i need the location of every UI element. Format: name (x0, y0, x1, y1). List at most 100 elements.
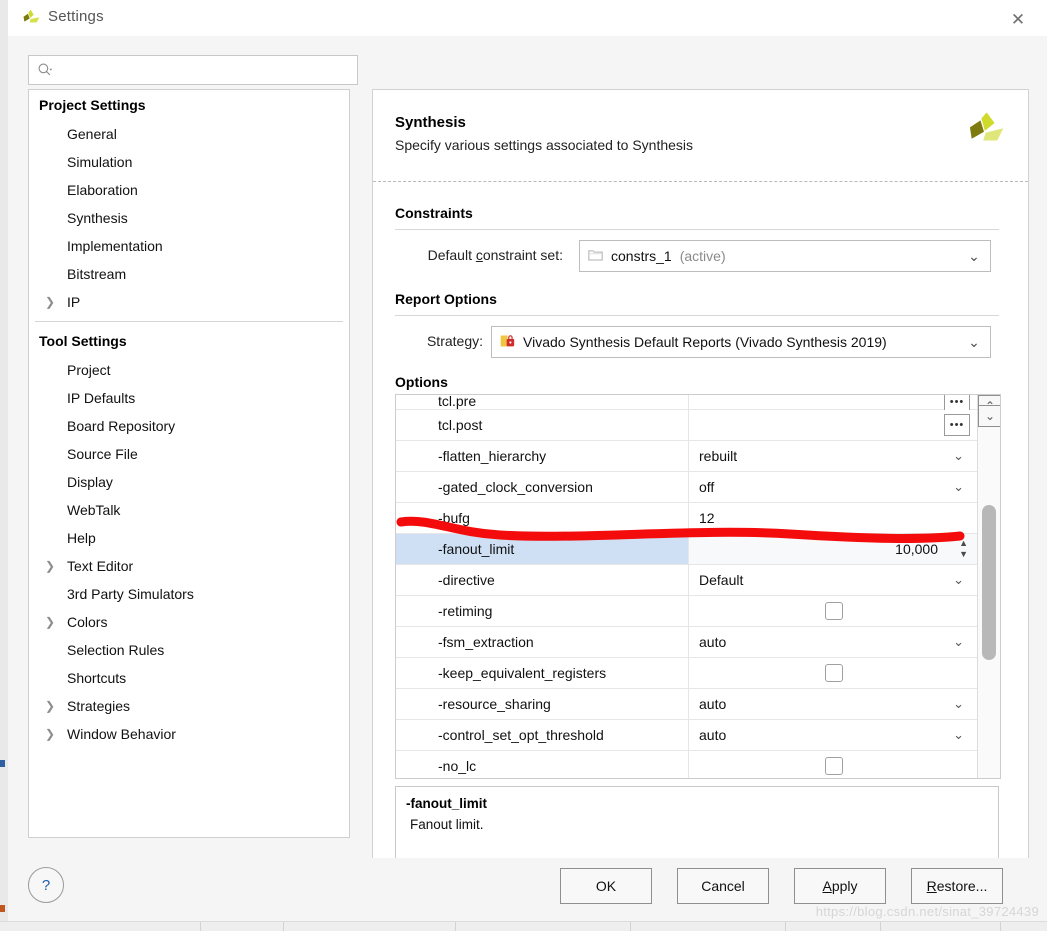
option-name: -flatten_hierarchy (438, 448, 547, 464)
option-value[interactable] (688, 751, 978, 778)
spinner-stepper[interactable]: ▲ ▼ (959, 539, 968, 559)
sidebar-item-colors[interactable]: ❯ Colors (29, 608, 349, 636)
sidebar-item-text-editor[interactable]: ❯ Text Editor (29, 552, 349, 580)
option-name: -resource_sharing (438, 696, 551, 712)
spinner-up-icon[interactable]: ▲ (959, 539, 968, 548)
scrollbar-thumb[interactable] (982, 505, 996, 660)
option-checkbox[interactable] (824, 664, 843, 682)
option-name: -retiming (438, 603, 493, 619)
spinner-down-icon[interactable]: ▼ (959, 550, 968, 559)
tree-group-tool-settings: Tool Settings (39, 333, 127, 349)
close-icon[interactable]: ✕ (1003, 6, 1033, 32)
chevron-down-icon[interactable]: ⌄ (953, 448, 964, 464)
sidebar-item-source-file[interactable]: Source File (29, 440, 349, 468)
chevron-down-icon[interactable]: ⌄ (953, 572, 964, 588)
option-value[interactable]: 10,000 ▲ ▼ (688, 534, 978, 564)
table-row[interactable]: -resource_sharing auto ⌄ (396, 689, 978, 720)
search-box[interactable] (28, 55, 358, 85)
search-input[interactable] (53, 58, 357, 82)
option-value[interactable] (688, 596, 978, 626)
sidebar-item-display[interactable]: Display (29, 468, 349, 496)
option-value[interactable]: auto ⌄ (688, 689, 978, 719)
chevron-down-icon[interactable]: ⌄ (958, 248, 990, 265)
sidebar-item-project[interactable]: Project (29, 356, 349, 384)
page-title: Synthesis (395, 114, 466, 131)
option-value[interactable]: auto ⌄ (688, 627, 978, 657)
option-name: -fsm_extraction (438, 634, 534, 650)
option-value[interactable]: auto ⌄ (688, 720, 978, 750)
tree-divider (35, 321, 343, 322)
option-checkbox[interactable] (824, 757, 843, 775)
sidebar-item-3rd-party-simulators[interactable]: 3rd Party Simulators (29, 580, 349, 608)
table-row[interactable]: -bufg 12 (396, 503, 978, 534)
ok-button-label: OK (595, 878, 617, 894)
sidebar-item-help[interactable]: Help (29, 524, 349, 552)
chevron-down-icon[interactable]: ⌄ (953, 696, 964, 712)
restore-button-label: Restore... (926, 878, 988, 894)
table-row[interactable]: tcl.pre ••• (396, 395, 978, 413)
sidebar-item-webtalk[interactable]: WebTalk (29, 496, 349, 524)
option-value[interactable] (688, 658, 978, 688)
sidebar-item-shortcuts[interactable]: Shortcuts (29, 664, 349, 692)
option-checkbox[interactable] (824, 602, 843, 620)
table-row[interactable]: tcl.post ••• (396, 410, 978, 441)
option-value-text: auto (699, 696, 727, 712)
sidebar-item-ip-defaults[interactable]: IP Defaults (29, 384, 349, 412)
ok-button[interactable]: OK (560, 868, 652, 904)
sidebar-item-window-behavior[interactable]: ❯ Window Behavior (29, 720, 349, 748)
table-row[interactable]: -control_set_opt_threshold auto ⌄ (396, 720, 978, 751)
sidebar-item-synthesis[interactable]: Synthesis (29, 204, 349, 232)
sidebar-item-ip[interactable]: ❯ IP (29, 288, 349, 316)
chevron-right-icon[interactable]: ❯ (45, 616, 55, 628)
help-button[interactable]: ? (28, 867, 64, 903)
chevron-right-icon[interactable]: ❯ (45, 700, 55, 712)
chevron-down-icon[interactable]: ⌄ (978, 405, 1000, 427)
table-row[interactable]: -flatten_hierarchy rebuilt ⌄ (396, 441, 978, 472)
sidebar-item-label: Window Behavior (67, 726, 176, 742)
table-row[interactable]: -retiming (396, 596, 978, 627)
sidebar-item-bitstream[interactable]: Bitstream (29, 260, 349, 288)
chevron-down-icon[interactable]: ⌄ (953, 479, 964, 495)
sidebar-item-board-repository[interactable]: Board Repository (29, 412, 349, 440)
search-icon (37, 62, 53, 78)
sidebar-item-label: Help (67, 530, 96, 546)
chevron-right-icon[interactable]: ❯ (45, 560, 55, 572)
option-value[interactable]: ••• (688, 410, 978, 440)
option-value[interactable]: Default ⌄ (688, 565, 978, 595)
table-row[interactable]: -fsm_extraction auto ⌄ (396, 627, 978, 658)
sidebar-item-general[interactable]: General (29, 120, 349, 148)
option-value[interactable]: rebuilt ⌄ (688, 441, 978, 471)
restore-button[interactable]: Restore... (911, 868, 1003, 904)
default-constraint-set-dropdown[interactable]: constrs_1 (active) ⌄ (579, 240, 991, 272)
apply-button[interactable]: Apply (794, 868, 886, 904)
table-row[interactable]: -directive Default ⌄ (396, 565, 978, 596)
cancel-button[interactable]: Cancel (677, 868, 769, 904)
strategy-dropdown[interactable]: Vivado Synthesis Default Reports (Vivado… (491, 326, 991, 358)
dialog-body: Project Settings General Simulation Elab… (8, 36, 1047, 896)
chevron-down-icon[interactable]: ⌄ (958, 334, 990, 351)
chevron-right-icon[interactable]: ❯ (45, 296, 55, 308)
sidebar-item-label: Text Editor (67, 558, 134, 574)
chevron-right-icon[interactable]: ❯ (45, 728, 55, 740)
table-row[interactable]: -no_lc (396, 751, 978, 778)
chevron-down-icon[interactable]: ⌄ (953, 727, 964, 743)
browse-button[interactable]: ••• (944, 414, 970, 436)
option-value[interactable]: 12 (688, 503, 978, 533)
option-value[interactable]: off ⌄ (688, 472, 978, 502)
table-row[interactable]: -gated_clock_conversion off ⌄ (396, 472, 978, 503)
option-value[interactable]: ••• (688, 395, 978, 413)
section-title-report-options: Report Options (395, 291, 497, 307)
sidebar-item-selection-rules[interactable]: Selection Rules (29, 636, 349, 664)
option-name: tcl.post (438, 417, 483, 433)
sidebar-item-implementation[interactable]: Implementation (29, 232, 349, 260)
table-row[interactable]: -keep_equivalent_registers (396, 658, 978, 689)
option-value-text: rebuilt (699, 448, 738, 464)
strategy-value: Vivado Synthesis Default Reports (Vivado… (523, 334, 887, 350)
table-row-selected[interactable]: -fanout_limit 10,000 ▲ ▼ (396, 534, 978, 565)
sidebar-item-simulation[interactable]: Simulation (29, 148, 349, 176)
sidebar-item-strategies[interactable]: ❯ Strategies (29, 692, 349, 720)
sidebar-item-elaboration[interactable]: Elaboration (29, 176, 349, 204)
sidebar-item-label: Elaboration (67, 182, 138, 198)
options-table-scrollbar[interactable]: ⌃ ⌄ (977, 395, 1000, 778)
chevron-down-icon[interactable]: ⌄ (953, 634, 964, 650)
